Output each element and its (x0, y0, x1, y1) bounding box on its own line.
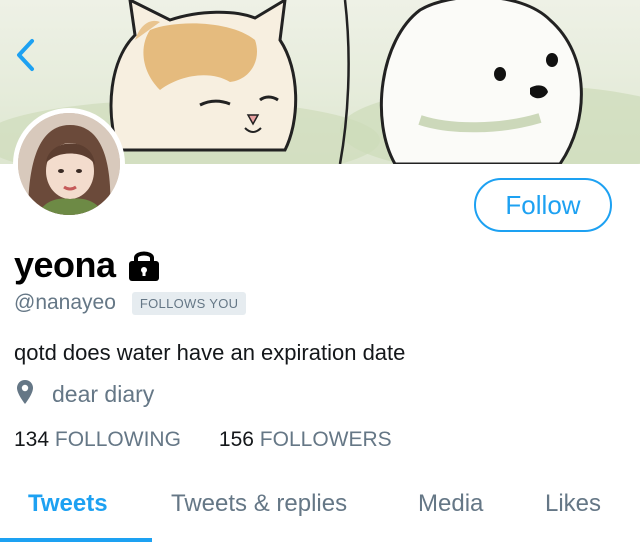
name-row: yeona (14, 242, 162, 288)
handle: @nanayeo (14, 291, 116, 314)
location-text: dear diary (52, 380, 155, 407)
lock-icon (126, 248, 162, 282)
following-stat[interactable]: 134 FOLLOWING (14, 428, 181, 452)
display-name: yeona (14, 244, 116, 285)
tab-tweets-replies[interactable]: Tweets & replies (171, 490, 347, 518)
following-count: 134 (14, 428, 50, 451)
cat-drawing (109, 0, 298, 152)
back-button[interactable] (10, 36, 40, 74)
chevron-left-icon (17, 39, 34, 71)
follows-you-badge: FOLLOWS YOU (131, 291, 247, 315)
followers-stat[interactable]: 156 FOLLOWERS (219, 428, 392, 452)
tab-likes[interactable]: Likes (545, 490, 601, 518)
followers-label: FOLLOWERS (259, 428, 392, 451)
tab-tweets[interactable]: Tweets (28, 490, 108, 518)
map-pin-icon (16, 379, 34, 410)
active-tab-indicator (0, 538, 152, 542)
handle-row: @nanayeo FOLLOWS YOU (14, 290, 247, 316)
avatar[interactable] (13, 108, 125, 220)
bio: qotd does water have an expiration date (14, 340, 406, 365)
profile-tabs: Tweets Tweets & replies Media Likes (0, 476, 640, 544)
stats-row: 134 FOLLOWING 156 FOLLOWERS (14, 428, 392, 452)
followers-count: 156 (218, 428, 254, 451)
following-label: FOLLOWING (54, 428, 181, 451)
seal-drawing (379, 0, 583, 164)
avatar-photo (18, 113, 120, 215)
location-row: dear diary (16, 378, 154, 410)
follow-button[interactable]: Follow (474, 178, 612, 232)
tab-media[interactable]: Media (418, 490, 483, 518)
